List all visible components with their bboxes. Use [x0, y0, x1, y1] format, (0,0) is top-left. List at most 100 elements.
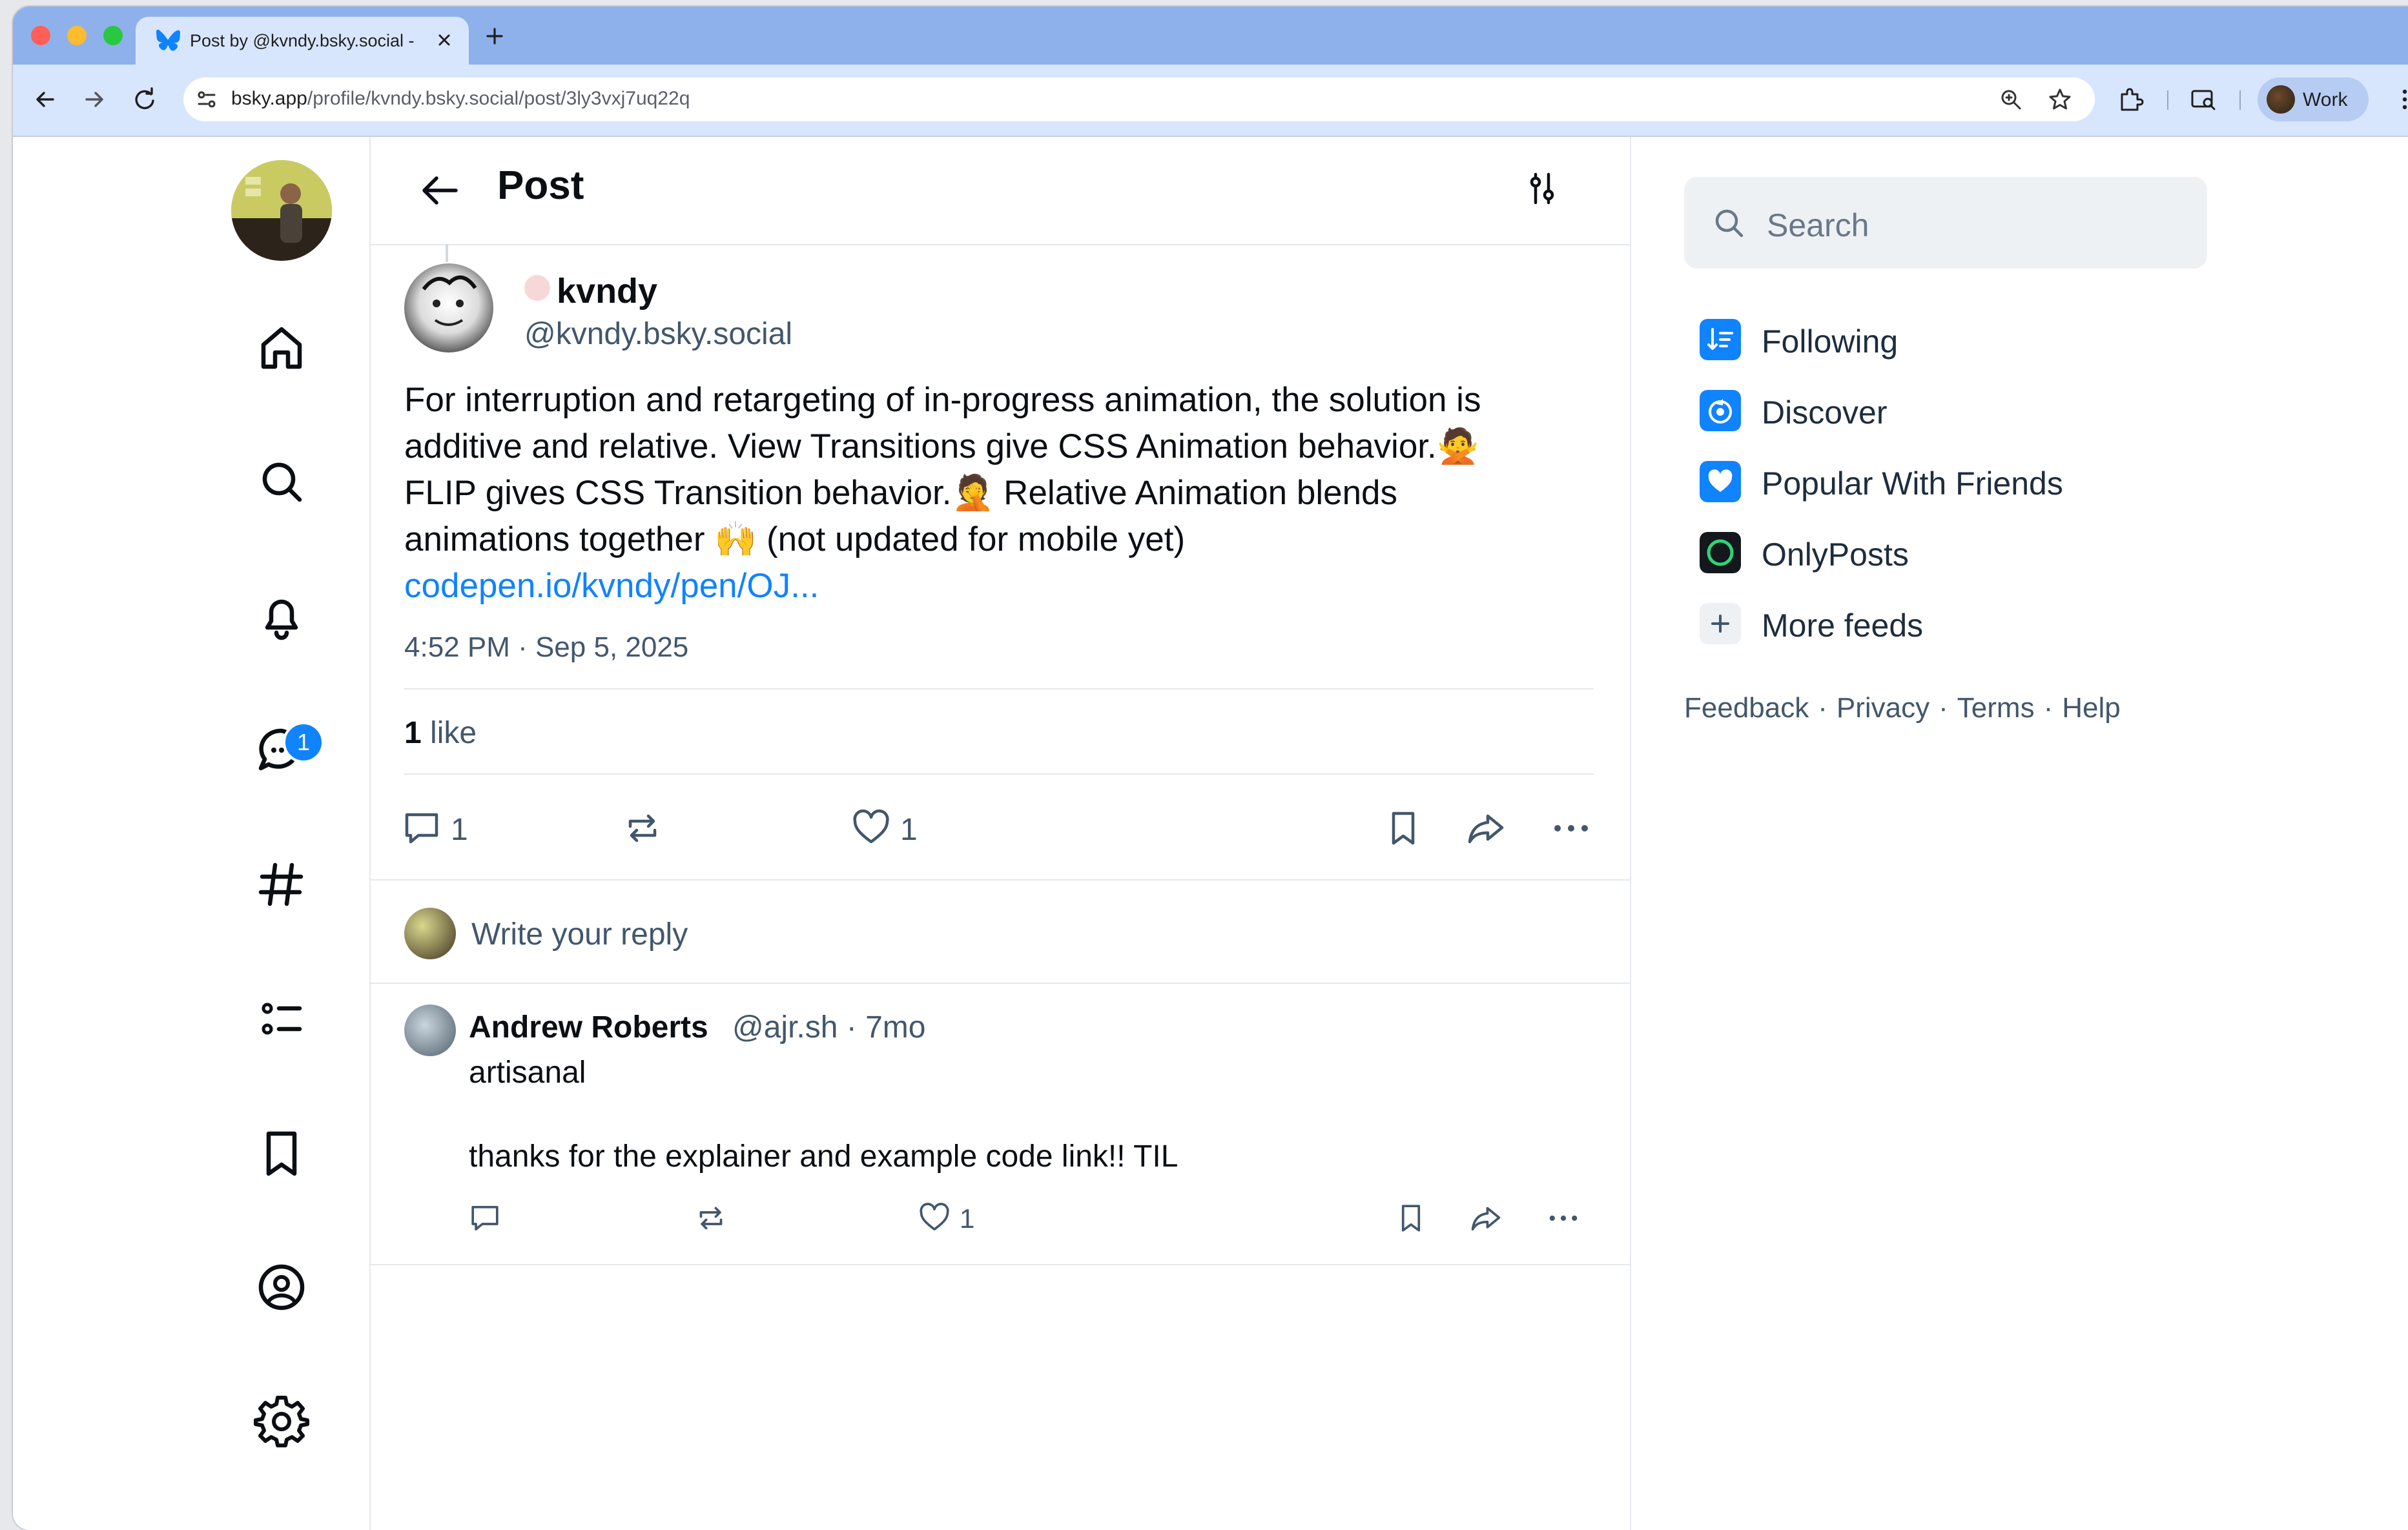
footer-dot: ·	[1939, 692, 1948, 724]
url-text: bsky.app/profile/kvndy.bsky.social/post/…	[231, 88, 690, 109]
author-avatar[interactable]	[404, 263, 493, 352]
search-placeholder: Search	[1767, 207, 1869, 243]
share-button[interactable]	[1465, 807, 1507, 852]
lists-icon[interactable]	[253, 990, 310, 1047]
feed-label: Popular With Friends	[1762, 465, 2063, 502]
reply-composer-prompt[interactable]: Write your reply	[471, 917, 688, 952]
feed-label: More feeds	[1762, 607, 1924, 644]
profile-chip[interactable]: Work	[2258, 77, 2369, 121]
tab-search-icon[interactable]	[2188, 84, 2219, 115]
author-display-name[interactable]: kvndy	[557, 271, 657, 311]
comment-like-button[interactable]: 1	[917, 1201, 988, 1239]
browser-tab-active[interactable]: Post by @kvndy.bsky.social -	[136, 17, 469, 66]
bookmark-button[interactable]	[1382, 807, 1425, 852]
back-icon[interactable]	[30, 84, 61, 115]
tab-title: Post by @kvndy.bsky.social -	[190, 31, 415, 50]
post-header: Post	[371, 137, 1630, 245]
comment-share-button[interactable]	[1468, 1201, 1507, 1239]
chat-unread-badge: 1	[283, 722, 324, 763]
comment-bookmark-button[interactable]	[1394, 1201, 1432, 1239]
ellipsis-icon	[1549, 1215, 1578, 1221]
profile-label: Work	[2303, 89, 2348, 110]
comment-reply-button[interactable]	[468, 1201, 506, 1239]
divider	[371, 879, 1630, 881]
author-handle[interactable]: @kvndy.bsky.social	[524, 316, 792, 352]
reply-button[interactable]: 1	[400, 807, 478, 852]
repost-icon	[699, 1207, 723, 1230]
footer-links: Feedback · Privacy · Terms · Help	[1684, 692, 2121, 724]
reply-count: 1	[451, 813, 468, 847]
back-arrow-icon[interactable]	[417, 168, 462, 213]
repost-icon	[628, 814, 657, 842]
onlyposts-feed-icon	[1700, 532, 1741, 573]
home-icon[interactable]	[253, 319, 310, 376]
comment-text-line: thanks for the explainer and example cod…	[469, 1139, 1178, 1174]
bookmark-icon	[1392, 811, 1415, 845]
left-nav: 1	[13, 137, 369, 1530]
current-user-small-avatar	[404, 908, 456, 959]
feeds-hash-icon[interactable]	[253, 856, 310, 913]
comment-repost-button[interactable]	[694, 1201, 732, 1239]
like-button[interactable]: 1	[850, 807, 927, 852]
toolbar-separator	[2239, 90, 2241, 110]
author-status-emoji	[524, 275, 550, 301]
notifications-bell-icon[interactable]	[253, 587, 310, 644]
footer-link-terms[interactable]: Terms	[1957, 692, 2035, 724]
reply-bubble-icon	[405, 813, 438, 844]
commenter-handle-time[interactable]: @ajr.sh · 7mo	[732, 1010, 925, 1045]
extensions-icon[interactable]	[2115, 84, 2146, 115]
search-nav-icon[interactable]	[253, 453, 310, 510]
post-text-line: animations together 🙌 (not updated for m…	[404, 520, 1186, 558]
likes-summary[interactable]: 1 like	[404, 715, 477, 751]
toolbar-separator	[2167, 90, 2168, 110]
discover-feed-icon	[1700, 390, 1741, 431]
following-feed-icon	[1700, 319, 1741, 360]
kebab-menu-icon[interactable]	[2389, 84, 2408, 115]
settings-gear-icon[interactable]	[253, 1393, 310, 1450]
share-arrow-icon	[1471, 1207, 1501, 1231]
current-user-avatar[interactable]	[231, 160, 332, 261]
bookmark-star-icon[interactable]	[2047, 87, 2073, 112]
commenter-name[interactable]: Andrew Roberts	[469, 1010, 708, 1045]
feed-label: Discover	[1762, 394, 1888, 431]
footer-link-privacy[interactable]: Privacy	[1837, 692, 1929, 724]
browser-window: Post by @kvndy.bsky.social - bsky.app/pr…	[13, 6, 2408, 1530]
divider	[371, 983, 1630, 984]
close-window-button[interactable]	[31, 26, 50, 45]
feed-label: OnlyPosts	[1762, 536, 1909, 573]
profile-icon[interactable]	[253, 1259, 310, 1316]
comment-more-button[interactable]	[1546, 1201, 1585, 1239]
reload-icon[interactable]	[129, 84, 160, 115]
close-tab-icon[interactable]	[433, 28, 456, 52]
author-avatar-face	[422, 275, 477, 326]
divider	[404, 688, 1594, 689]
site-settings-icon[interactable]	[194, 87, 220, 112]
post-timestamp[interactable]: 4:52 PM · Sep 5, 2025	[404, 631, 688, 664]
thread-settings-sliders-icon[interactable]	[1523, 169, 1561, 208]
more-options-button[interactable]	[1550, 807, 1592, 852]
browser-toolbar: bsky.app/profile/kvndy.bsky.social/post/…	[13, 65, 2408, 137]
thread-line	[446, 244, 448, 262]
like-count: 1	[900, 813, 918, 847]
minimize-window-button[interactable]	[67, 26, 87, 45]
bluesky-app: 1 Post kvndy @kvndy.bsky.social For inte…	[13, 137, 2408, 1530]
search-input[interactable]: Search	[1684, 177, 2207, 269]
footer-dot: ·	[1818, 692, 1827, 724]
post-link[interactable]: codepen.io/kvndy/pen/OJ...	[404, 563, 1605, 609]
footer-link-help[interactable]: Help	[2062, 692, 2121, 724]
maximize-window-button[interactable]	[103, 26, 123, 45]
new-tab-icon[interactable]	[482, 23, 508, 49]
share-arrow-icon	[1468, 814, 1504, 844]
ellipsis-icon	[1554, 825, 1588, 831]
address-bar[interactable]: bsky.app/profile/kvndy.bsky.social/post/…	[183, 77, 2095, 121]
zoom-icon[interactable]	[1998, 87, 2024, 112]
footer-link-feedback[interactable]: Feedback	[1684, 692, 1809, 724]
saved-bookmark-icon[interactable]	[253, 1125, 310, 1181]
repost-button[interactable]	[621, 807, 666, 852]
commenter-avatar[interactable]	[404, 1005, 456, 1056]
avatar-photo	[231, 160, 332, 261]
comment-text-line: artisanal	[469, 1056, 586, 1090]
profile-avatar	[2267, 85, 2295, 114]
forward-icon[interactable]	[79, 84, 110, 115]
post-text-line: additive and relative. View Transitions …	[404, 427, 1479, 465]
